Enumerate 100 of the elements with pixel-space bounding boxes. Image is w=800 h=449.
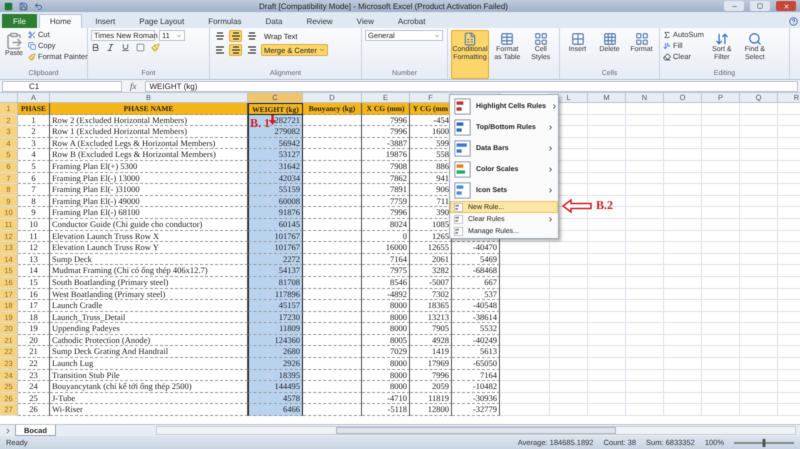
table-cell: -38614 — [452, 312, 500, 324]
close-button[interactable] — [776, 1, 796, 11]
table-cell: 124360 — [248, 334, 303, 346]
table-cell: Bouyancytank (chỉ kể tới ống thép 2500) — [50, 381, 248, 393]
italic-icon[interactable] — [106, 43, 115, 52]
table-cell: 117896 — [248, 288, 303, 300]
save-icon[interactable] — [19, 2, 28, 10]
horizontal-align-button[interactable] — [229, 44, 242, 56]
empty-cell — [702, 288, 740, 300]
empty-cell — [740, 254, 778, 266]
insert-function-button[interactable]: fx — [126, 81, 140, 91]
table-cell: 1600 — [410, 126, 452, 138]
table-cell: 8000 — [362, 358, 410, 370]
empty-cell — [550, 346, 588, 358]
empty-cell — [702, 160, 740, 173]
borders-icon[interactable] — [136, 43, 145, 52]
empty-cell — [588, 300, 626, 312]
empty-cell — [664, 276, 702, 288]
sort-icon — [714, 32, 729, 46]
empty-cell — [740, 230, 778, 242]
table-cell: Launch Lug — [50, 358, 248, 370]
empty-cell — [702, 207, 740, 219]
table-cell: 7 — [18, 184, 50, 196]
file-tab[interactable]: File — [2, 14, 37, 28]
empty-cell — [702, 370, 740, 382]
table-cell: -40249 — [452, 334, 500, 346]
ribbon-tab[interactable]: Home — [38, 14, 82, 28]
table-cell: 12800 — [410, 404, 452, 416]
empty-cell — [588, 323, 626, 335]
app-logo-icon — [4, 2, 13, 10]
empty-cell — [740, 288, 778, 300]
empty-cell — [626, 138, 664, 150]
close-icon — [782, 2, 790, 10]
empty-cell — [702, 230, 740, 242]
empty-cell — [664, 254, 702, 266]
grid-icon — [570, 32, 584, 46]
zoom-slider-thumb[interactable] — [762, 438, 766, 446]
table-cell: Row B (Excluded Legs & Horizontal Members) — [50, 149, 248, 161]
table-cell: 2059 — [410, 381, 452, 393]
empty-cell — [740, 126, 778, 138]
table-cell: 81708 — [248, 276, 303, 288]
table-cell: 8000 — [362, 312, 410, 324]
scrollbar-thumb[interactable] — [336, 427, 616, 434]
table-cell: 390 — [410, 207, 452, 219]
empty-cell — [588, 149, 626, 161]
table-cell: 1 — [18, 114, 50, 126]
ribbon-tab[interactable]: Page Layout — [128, 14, 196, 28]
table-cell: 906 — [410, 184, 452, 196]
empty-cell — [588, 265, 626, 277]
empty-cell — [626, 103, 664, 115]
help-icon[interactable] — [789, 17, 798, 26]
ribbon-tab[interactable]: Formulas — [197, 14, 253, 28]
table-cell: 8024 — [362, 218, 410, 231]
table-cell: 144495 — [248, 381, 303, 393]
ribbon-tab[interactable]: Review — [295, 14, 344, 28]
empty-cell — [664, 114, 702, 126]
table-cell: 23 — [18, 370, 50, 382]
table-cell: 8546 — [362, 276, 410, 288]
horizontal-align-button[interactable] — [213, 44, 226, 56]
maximize-button[interactable] — [750, 1, 770, 11]
table-cell: 0 — [362, 230, 410, 242]
table-cell: 7302 — [410, 288, 452, 300]
vertical-align-button[interactable] — [245, 30, 258, 42]
empty-cell — [550, 392, 588, 404]
horizontal-scrollbar[interactable] — [156, 426, 796, 435]
table-cell: 18395 — [248, 370, 303, 382]
table-cell: 7908 — [362, 160, 410, 173]
vertical-align-button[interactable] — [213, 30, 226, 42]
table-cell: Launch_Truss_Detail — [50, 312, 248, 324]
fill-color-icon[interactable] — [151, 43, 160, 52]
empty-cell — [664, 138, 702, 150]
table-cell: Sump Deck — [50, 254, 248, 266]
table-cell: -68468 — [452, 265, 500, 277]
ribbon-tab[interactable]: Data — [254, 14, 294, 28]
align-lines-icon — [230, 46, 240, 54]
empty-cell — [740, 196, 778, 208]
table-cell: 11809 — [248, 323, 303, 335]
empty-cell — [664, 370, 702, 382]
table-cell: 9 — [18, 207, 50, 219]
table-cell: 22 — [18, 358, 50, 370]
underline-icon[interactable] — [121, 43, 130, 52]
empty-cell — [702, 358, 740, 370]
empty-cell — [702, 126, 740, 138]
name-box[interactable]: C1 — [2, 80, 122, 92]
formula-field[interactable]: WEIGHT (kg) — [144, 80, 798, 92]
empty-cell — [740, 392, 778, 404]
empty-cell — [588, 114, 626, 126]
empty-cell — [588, 218, 626, 231]
vertical-align-button[interactable] — [229, 30, 242, 42]
bold-icon[interactable] — [91, 43, 100, 52]
ribbon-tab[interactable]: Insert — [84, 14, 126, 28]
table-cell: 11819 — [410, 392, 452, 404]
empty-cell — [626, 381, 664, 393]
empty-cell — [626, 265, 664, 277]
sheet-nav-icon[interactable] — [4, 426, 12, 434]
table-cell: 1419 — [410, 346, 452, 358]
horizontal-align-button[interactable] — [245, 44, 258, 56]
ribbon-tab[interactable]: View — [346, 14, 385, 28]
ribbon-tab[interactable]: Acrobat — [386, 14, 436, 28]
undo-icon[interactable] — [34, 2, 43, 10]
